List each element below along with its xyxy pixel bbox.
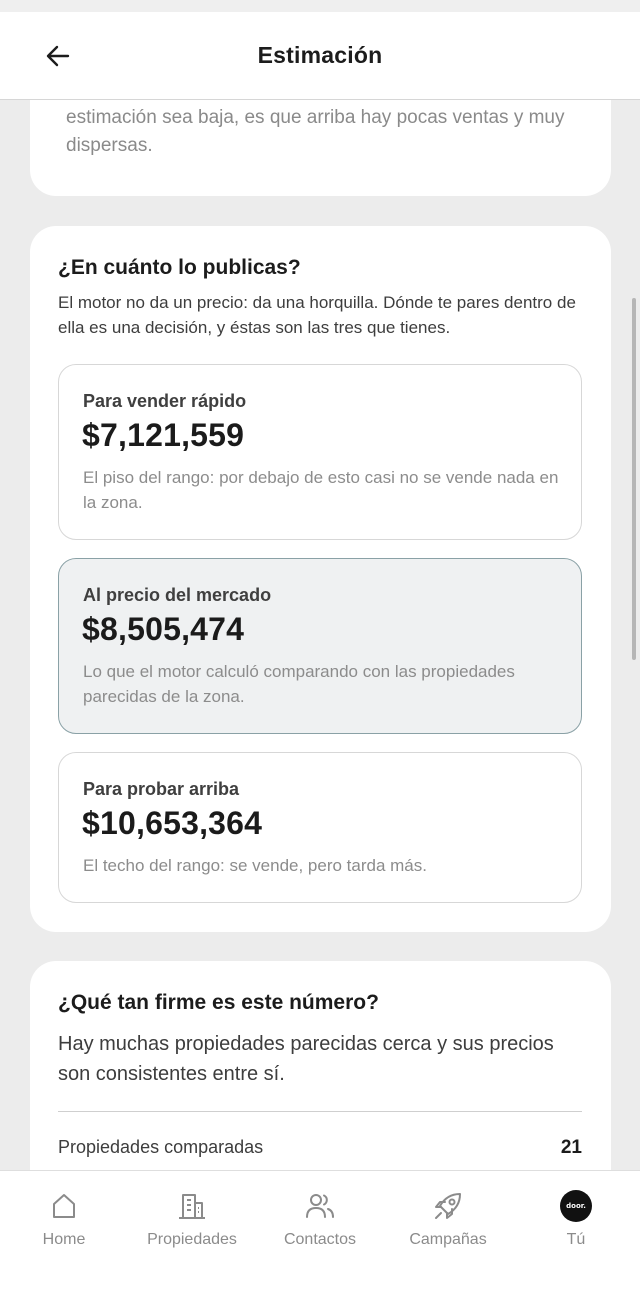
nav-label: Tú — [566, 1231, 586, 1248]
status-bar — [0, 0, 640, 12]
pricing-title: ¿En cuánto lo publicas? — [58, 256, 301, 279]
home-icon — [53, 1194, 75, 1218]
top-app-bar: Estimación — [0, 12, 640, 100]
firmness-card: ¿Qué tan firme es este número? Hay mucha… — [30, 961, 611, 1170]
arrow-left-icon — [46, 45, 70, 67]
building-icon — [179, 1194, 205, 1219]
option-label: Para probar arriba — [83, 779, 240, 799]
option-price: $8,505,474 — [82, 611, 245, 647]
option-label: Para vender rápido — [83, 391, 247, 411]
option-description: Lo que el motor calculó comparando con l… — [83, 662, 515, 706]
pricing-card: ¿En cuánto lo publicas? El motor no da u… — [30, 226, 611, 932]
stat-value: 21 — [560, 1137, 582, 1158]
option-market-price[interactable]: Al precio del mercado $8,505,474 Lo que … — [58, 558, 582, 734]
intro-card: estimación sea baja, es que arriba hay p… — [30, 100, 611, 196]
avatar: door. — [560, 1190, 592, 1222]
stat-row-compared: Propiedades comparadas 21 — [58, 1137, 582, 1159]
firmness-body: Hay muchas propiedades parecidas cerca y… — [58, 1033, 554, 1085]
bottom-navigation: Home Propiedades Contactos Campañas door… — [0, 1170, 640, 1313]
users-icon — [306, 1194, 334, 1218]
option-price: $10,653,364 — [82, 805, 263, 841]
intro-text: estimación sea baja, es que arriba hay p… — [66, 107, 565, 156]
nav-label: Home — [42, 1231, 86, 1248]
option-label: Al precio del mercado — [83, 585, 272, 605]
nav-label: Contactos — [283, 1231, 357, 1248]
option-quick-sale[interactable]: Para vender rápido $7,121,559 El piso de… — [58, 364, 582, 540]
stat-label: Propiedades comparadas — [58, 1137, 264, 1157]
pricing-subtitle: El motor no da un precio: da una horquil… — [58, 293, 576, 337]
nav-label: Campañas — [409, 1231, 487, 1248]
nav-item-contactos[interactable]: Contactos — [256, 1189, 384, 1249]
back-button[interactable] — [40, 40, 76, 72]
scrollbar[interactable] — [632, 298, 636, 660]
option-price: $7,121,559 — [82, 417, 245, 453]
nav-label: Propiedades — [147, 1231, 237, 1248]
nav-item-home[interactable]: Home — [0, 1189, 128, 1249]
option-test-high[interactable]: Para probar arriba $10,653,364 El techo … — [58, 752, 582, 903]
nav-item-tu[interactable]: door. Tú — [512, 1189, 640, 1249]
firmness-title: ¿Qué tan firme es este número? — [58, 991, 379, 1014]
page-title: Estimación — [257, 42, 383, 68]
nav-item-campanas[interactable]: Campañas — [384, 1189, 512, 1249]
divider — [58, 1111, 582, 1112]
option-description: El techo del rango: se vende, pero tarda… — [83, 856, 427, 875]
option-description: El piso del rango: por debajo de esto ca… — [83, 468, 559, 512]
content-scroll-area[interactable]: estimación sea baja, es que arriba hay p… — [0, 100, 640, 1170]
nav-item-propiedades[interactable]: Propiedades — [128, 1189, 256, 1249]
rocket-icon — [435, 1193, 461, 1219]
